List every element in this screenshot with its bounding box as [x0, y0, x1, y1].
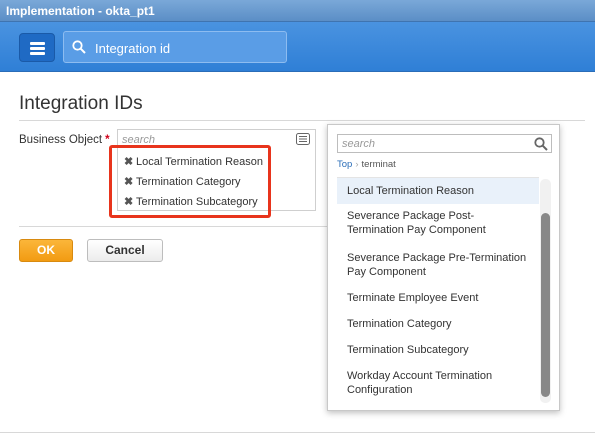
- dropdown-search-input[interactable]: search: [337, 134, 552, 153]
- dropdown-item-line: Pay Component: [347, 266, 426, 278]
- dropdown-item[interactable]: Terminate Employee Event: [337, 291, 539, 309]
- dropdown-item[interactable]: Termination Category: [337, 317, 539, 335]
- title-divider: [19, 120, 585, 121]
- page-title: Integration IDs: [19, 93, 143, 114]
- footer-divider: [0, 432, 595, 433]
- ok-button[interactable]: OK: [19, 239, 73, 262]
- business-object-label-text: Business Object: [19, 134, 103, 146]
- window-title: Implementation - okta_pt1: [6, 4, 155, 18]
- menu-button[interactable]: [19, 33, 55, 62]
- dropdown-item-line: Severance Package Post-: [347, 210, 475, 222]
- selection-highlight-box: [109, 145, 271, 218]
- app-header: Integration id: [0, 22, 595, 72]
- dropdown-scrollbar-thumb[interactable]: [541, 213, 550, 397]
- dropdown-item-line: Workday Account Termination: [347, 370, 493, 382]
- dropdown-item[interactable]: Workday Account Termination Configuratio…: [337, 369, 539, 399]
- prompt-dropdown: search Top › terminat Local Termination Re…: [327, 124, 560, 411]
- dropdown-item-line: Local Termination Reason: [347, 185, 474, 197]
- dropdown-item-line: Termination Category: [347, 318, 452, 330]
- dropdown-item-line: Termination Subcategory: [347, 344, 469, 356]
- global-search-input[interactable]: Integration id: [63, 31, 287, 63]
- dropdown-item-line: Severance Package Pre-Termination: [347, 252, 527, 264]
- dropdown-item[interactable]: Local Termination Reason: [337, 178, 539, 204]
- breadcrumb-top-link[interactable]: Top: [337, 159, 352, 170]
- search-icon[interactable]: [534, 137, 548, 151]
- required-marker: *: [105, 134, 110, 146]
- dropdown-search-placeholder: search: [342, 138, 376, 150]
- business-object-label: Business Object *: [19, 134, 110, 146]
- search-icon: [72, 40, 86, 54]
- breadcrumb: Top › terminat: [337, 159, 396, 170]
- breadcrumb-separator: ›: [355, 159, 359, 170]
- global-search-text: Integration id: [95, 41, 171, 56]
- prompt-list-icon[interactable]: [296, 133, 310, 145]
- dropdown-item[interactable]: Severance Package Post- Termination Pay …: [337, 209, 539, 249]
- dropdown-item-line: Termination Pay Component: [347, 224, 486, 236]
- form-divider: [19, 226, 327, 227]
- dropdown-item-line: Terminate Employee Event: [347, 292, 479, 304]
- breadcrumb-current: terminat: [361, 159, 396, 170]
- dropdown-item-line: Configuration: [347, 384, 413, 396]
- dropdown-item[interactable]: Termination Subcategory: [337, 343, 539, 361]
- cancel-button[interactable]: Cancel: [87, 239, 163, 262]
- dropdown-list: Local Termination Reason Severance Packa…: [337, 177, 539, 403]
- window-titlebar: Implementation - okta_pt1: [0, 0, 595, 22]
- dropdown-item[interactable]: Severance Package Pre-Termination Pay Co…: [337, 251, 539, 291]
